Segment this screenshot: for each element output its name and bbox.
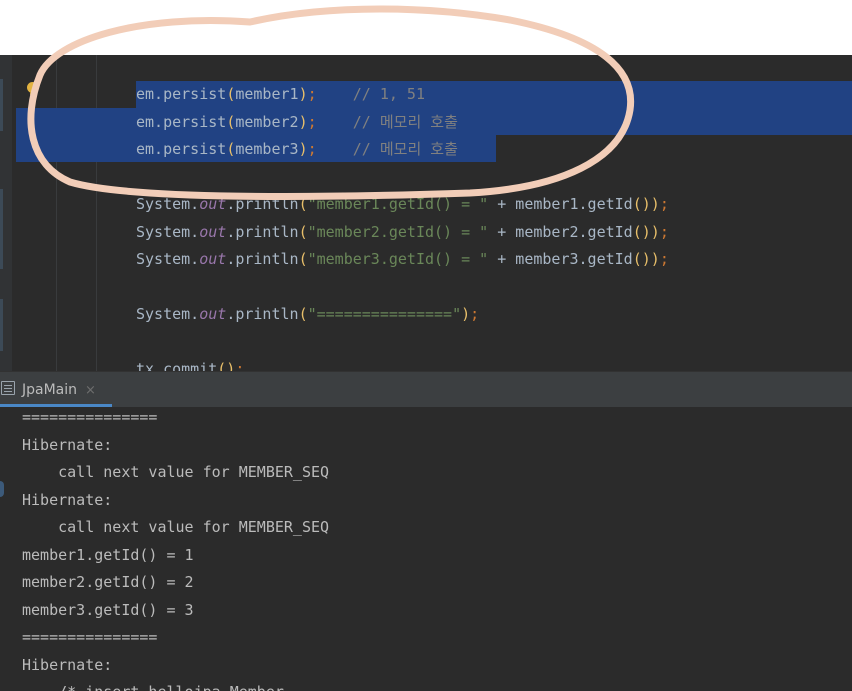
- console-window-icon: [1, 381, 15, 395]
- tab-label: JpaMain: [22, 382, 78, 398]
- code-token: (): [632, 250, 651, 268]
- lightbulb-icon[interactable]: [27, 82, 38, 95]
- code-token: out: [199, 222, 227, 241]
- code-token: "===============": [307, 305, 462, 323]
- code-token: ;: [235, 360, 245, 371]
- code-line[interactable]: System.out.println("member1.getId() = " …: [136, 191, 669, 218]
- code-editor[interactable]: em.persist(member1); // 1, 51 em.persist(…: [0, 55, 852, 371]
- code-token: ;: [659, 195, 669, 213]
- code-line[interactable]: System.out.println("member3.getId() = " …: [136, 246, 669, 273]
- code-token: (: [226, 112, 236, 131]
- console-line: member2.getId() = 2: [22, 573, 194, 591]
- code-token: (): [632, 222, 651, 241]
- code-line[interactable]: em.persist(member1); // 1, 51: [136, 81, 425, 108]
- code-token: em.persist: [136, 140, 227, 158]
- code-token: (): [217, 360, 236, 371]
- code-token: member3: [235, 140, 299, 158]
- gutter-change-marker: [0, 189, 3, 269]
- code-token: "member1.getId() = ": [307, 195, 489, 213]
- code-token: ;: [307, 140, 317, 158]
- code-line[interactable]: em.persist(member2); // 메모리 호출: [136, 109, 458, 136]
- code-token: System.: [136, 222, 200, 241]
- code-line[interactable]: tx.commit();: [136, 356, 244, 371]
- code-token: member1: [235, 85, 299, 103]
- indent-guide: [56, 55, 57, 371]
- code-token: // 메모리 호출: [316, 112, 458, 131]
- console-line: Hibernate:: [22, 655, 122, 674]
- code-token: System.: [136, 195, 200, 213]
- code-token: "member2.getId() = ": [307, 222, 489, 241]
- code-token: ): [650, 250, 660, 268]
- code-token: (): [632, 195, 651, 213]
- code-token: ;: [659, 222, 669, 241]
- code-token: (: [298, 195, 308, 213]
- run-tool-window-header: JpaMain ×: [0, 371, 852, 407]
- code-line[interactable]: System.out.println("member2.getId() = " …: [136, 219, 669, 246]
- code-line[interactable]: em.persist(member3); // 메모리 호출: [136, 136, 458, 163]
- code-token: .println: [226, 222, 299, 241]
- code-token: (: [298, 222, 308, 241]
- console-line: ===============: [22, 628, 158, 646]
- code-token: ): [298, 85, 308, 103]
- code-token: + member1.getId: [488, 195, 633, 213]
- code-token: + member3.getId: [488, 250, 633, 268]
- code-token: out: [199, 305, 227, 323]
- console-scroll-marker: [0, 481, 4, 497]
- code-token: ): [298, 112, 308, 131]
- code-token: System.: [136, 305, 200, 323]
- code-token: em.persist: [136, 112, 227, 131]
- code-token: ;: [307, 85, 317, 103]
- code-token: tx.commit: [136, 360, 218, 371]
- gutter-change-marker: [0, 79, 3, 131]
- code-token: .println: [226, 195, 299, 213]
- code-token: ;: [659, 250, 669, 268]
- code-token: (: [226, 85, 236, 103]
- code-token: ;: [307, 112, 317, 131]
- code-token: // 1, 51: [316, 85, 425, 103]
- console-line: Hibernate:: [22, 490, 122, 509]
- indent-guide: [96, 55, 97, 371]
- code-token: (: [226, 140, 236, 158]
- code-token: System.: [136, 250, 200, 268]
- console-line: member3.getId() = 3: [22, 600, 194, 619]
- console-line: Hibernate:: [22, 435, 122, 454]
- code-token: ): [298, 140, 308, 158]
- code-token: em.persist: [136, 85, 227, 103]
- code-line[interactable]: System.out.println("===============");: [136, 301, 479, 328]
- code-token: member2: [235, 112, 299, 131]
- code-token: .println: [226, 305, 299, 323]
- console-line: ===============: [22, 408, 158, 426]
- console-line: member1.getId() = 1: [22, 545, 194, 564]
- code-token: ): [461, 305, 471, 323]
- code-token: ): [650, 195, 660, 213]
- code-token: out: [199, 195, 227, 213]
- console-output[interactable]: =============== Hibernate: call next valu…: [0, 407, 852, 691]
- console-line: /* insert hellojpa.Member: [22, 679, 284, 691]
- code-token: ): [650, 222, 660, 241]
- code-token: out: [199, 250, 227, 268]
- code-token: ;: [470, 305, 480, 323]
- code-token: + member2.getId: [488, 222, 633, 241]
- code-token: // 메모리 호출: [316, 140, 458, 158]
- console-line: call next value for MEMBER_SEQ: [22, 463, 330, 481]
- code-token: (: [298, 250, 308, 268]
- code-token: (: [298, 305, 308, 323]
- console-line: call next value for MEMBER_SEQ: [22, 518, 330, 536]
- code-token: "member3.getId() = ": [307, 250, 489, 268]
- gutter-change-marker: [0, 299, 3, 351]
- tab-jpamain[interactable]: JpaMain ×: [0, 372, 106, 407]
- code-token: .println: [226, 250, 299, 268]
